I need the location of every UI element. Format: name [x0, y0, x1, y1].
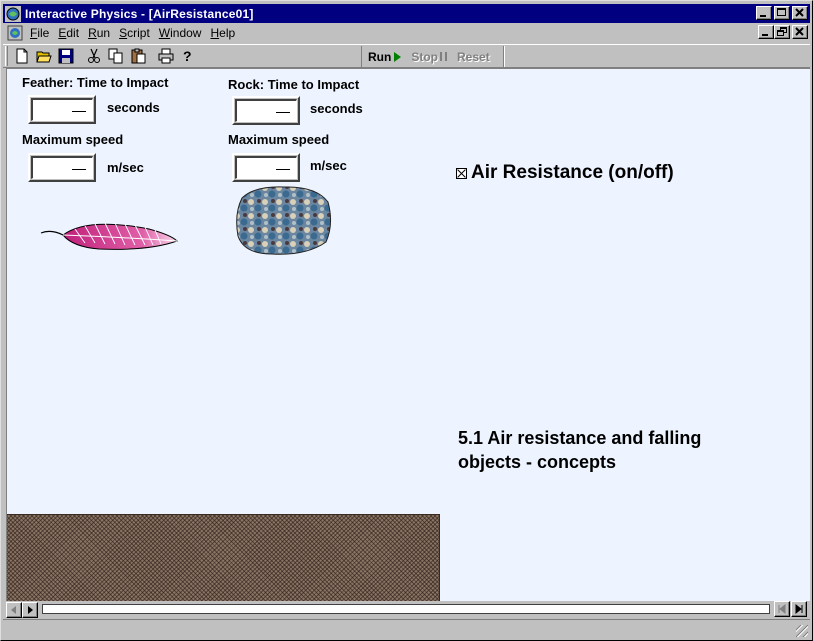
feather-speed-unit: m/sec — [107, 160, 144, 175]
print-button[interactable] — [155, 46, 177, 66]
new-button[interactable] — [11, 46, 33, 66]
resize-grip-icon[interactable] — [796, 625, 808, 637]
menu-edit[interactable]: Edit — [58, 26, 79, 40]
app-icon[interactable] — [5, 5, 21, 22]
minimize-button[interactable] — [756, 6, 772, 20]
open-button[interactable] — [33, 46, 55, 66]
scroll-track[interactable] — [42, 604, 770, 614]
cut-button[interactable] — [83, 46, 105, 66]
toolbar-grip[interactable] — [5, 46, 8, 66]
ground-block[interactable] — [7, 514, 440, 601]
open-icon — [36, 51, 52, 63]
title-bar[interactable]: Interactive Physics - [AirResistance01] — [3, 4, 810, 23]
arrow-right-icon — [28, 605, 33, 614]
save-icon — [58, 48, 74, 64]
arrow-left-end-icon — [778, 603, 786, 615]
caption-line-2: objects - concepts — [458, 452, 617, 472]
app-window: Interactive Physics - [AirResistance01] … — [0, 0, 813, 641]
arrow-left-icon — [11, 605, 16, 614]
stop-button[interactable]: Stop — [411, 50, 447, 64]
horizontal-scrollbar[interactable] — [6, 601, 810, 618]
feather-time-meter[interactable] — [28, 95, 96, 124]
feather-speed-meter[interactable] — [28, 153, 96, 182]
caption-line-1: 5.1 Air resistance and falling — [458, 428, 702, 448]
run-button[interactable]: Run — [368, 50, 402, 64]
pause-icon — [440, 52, 447, 61]
maximize-button[interactable] — [774, 6, 790, 20]
air-resistance-checkbox[interactable] — [456, 168, 467, 179]
close-icon — [795, 27, 804, 36]
save-button[interactable] — [55, 46, 77, 66]
rock-time-unit: seconds — [310, 101, 363, 116]
close-icon — [795, 8, 804, 17]
doc-close-button[interactable] — [792, 25, 808, 39]
help-icon: ? — [183, 48, 192, 64]
feather-time-label: Feather: Time to Impact — [22, 75, 169, 90]
play-icon — [394, 51, 402, 62]
help-button[interactable]: ? — [177, 46, 199, 66]
menu-window[interactable]: Window — [159, 26, 202, 40]
menu-script[interactable]: Script — [119, 26, 150, 40]
feather-time-unit: seconds — [107, 100, 160, 115]
rock-object[interactable] — [234, 184, 334, 256]
rock-speed-label: Maximum speed — [228, 132, 330, 147]
status-bar — [3, 619, 810, 639]
doc-minimize-button[interactable] — [758, 25, 774, 39]
reset-button[interactable]: Reset — [457, 50, 490, 64]
copy-icon — [108, 48, 123, 64]
cut-icon — [88, 48, 100, 63]
paste-button[interactable] — [127, 46, 149, 66]
rock-time-meter[interactable] — [232, 96, 300, 125]
menu-run[interactable]: Run — [88, 26, 110, 40]
new-icon — [16, 48, 28, 64]
feather-object[interactable] — [39, 219, 179, 255]
menu-help[interactable]: Help — [210, 26, 235, 40]
rock-speed-meter[interactable] — [232, 153, 300, 182]
window-title: Interactive Physics - [AirResistance01] — [25, 6, 254, 21]
document-icon[interactable] — [7, 25, 23, 41]
copy-button[interactable] — [105, 46, 127, 66]
print-icon — [158, 48, 174, 64]
arrow-right-end-icon — [795, 603, 803, 615]
close-button[interactable] — [792, 6, 808, 20]
toolbar: ? Run Stop Reset — [3, 44, 810, 68]
run-controls: Run Stop Reset — [361, 46, 500, 67]
rock-time-label: Rock: Time to Impact — [228, 77, 360, 92]
svg-text:?: ? — [183, 48, 192, 64]
scroll-left-button[interactable] — [6, 601, 22, 618]
paste-icon — [131, 48, 146, 64]
menu-file[interactable]: File — [30, 26, 49, 40]
doc-restore-button[interactable] — [774, 25, 790, 39]
air-resistance-label[interactable]: Air Resistance (on/off) — [471, 162, 674, 184]
simulation-workspace[interactable]: Feather: Time to Impact seconds Maximum … — [6, 68, 810, 601]
lesson-caption: 5.1 Air resistance and falling objects -… — [458, 426, 701, 474]
menu-bar: File Edit Run Script Window Help — [3, 24, 810, 42]
feather-speed-label: Maximum speed — [22, 132, 124, 147]
rock-speed-unit: m/sec — [310, 158, 347, 173]
scroll-right-button-inner[interactable] — [22, 601, 38, 618]
scroll-end-right-button[interactable] — [791, 601, 807, 617]
scroll-end-left-button[interactable] — [774, 601, 790, 617]
